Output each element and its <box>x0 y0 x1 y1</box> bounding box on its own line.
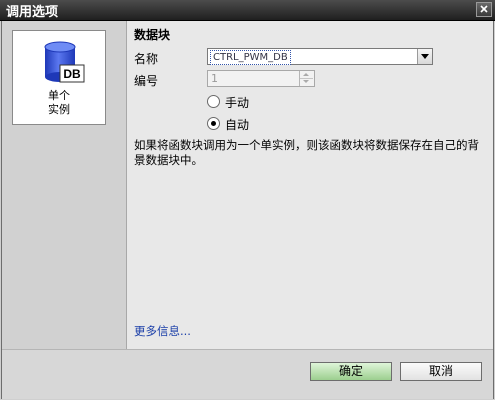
instance-type-panel: DB 单个 实例 <box>2 21 127 349</box>
radio-manual-label: 手动 <box>225 96 250 110</box>
name-combobox[interactable]: CTRL_PWM_DB <box>207 48 433 65</box>
call-options-dialog: DB 单个 实例 数据块 名称 CTRL_PWM_DB 编号 1 手动 自动 如… <box>1 21 494 399</box>
radio-auto-label: 自动 <box>225 118 250 132</box>
number-spin-buttons <box>299 71 314 86</box>
description-text: 如果将函数块调用为一个单实例，则该函数块将数据保存在自己的背景数据块中。 <box>134 138 479 167</box>
number-value: 1 <box>211 72 218 85</box>
button-bar: 确定 取消 <box>2 349 493 399</box>
more-info-link[interactable]: 更多信息... <box>134 323 191 339</box>
close-button[interactable] <box>476 2 492 17</box>
spin-down-icon[interactable] <box>300 79 313 86</box>
number-label: 编号 <box>134 74 159 88</box>
title-bar: 调用选项 <box>0 0 495 21</box>
name-label: 名称 <box>134 52 159 66</box>
data-block-icon: DB <box>44 41 85 83</box>
close-icon <box>480 5 488 13</box>
ok-button[interactable]: 确定 <box>310 362 392 381</box>
radio-selected-dot <box>211 121 216 126</box>
single-instance-tile[interactable]: DB 单个 实例 <box>12 30 106 125</box>
spin-up-icon[interactable] <box>300 71 313 79</box>
number-stepper[interactable]: 1 <box>207 70 315 87</box>
cancel-button[interactable]: 取消 <box>400 362 482 381</box>
window-title: 调用选项 <box>6 5 59 20</box>
section-title: 数据块 <box>134 28 171 42</box>
name-dropdown-button[interactable] <box>417 49 432 64</box>
data-block-panel: 数据块 名称 CTRL_PWM_DB 编号 1 手动 自动 如果将函数块调用为一… <box>127 21 493 349</box>
name-value[interactable]: CTRL_PWM_DB <box>210 50 291 65</box>
db-icon-label: DB <box>63 67 81 81</box>
single-instance-label: 单个 实例 <box>48 89 70 116</box>
radio-auto-button[interactable] <box>207 117 220 130</box>
radio-manual-button[interactable] <box>207 95 220 108</box>
chevron-down-icon <box>421 54 429 59</box>
